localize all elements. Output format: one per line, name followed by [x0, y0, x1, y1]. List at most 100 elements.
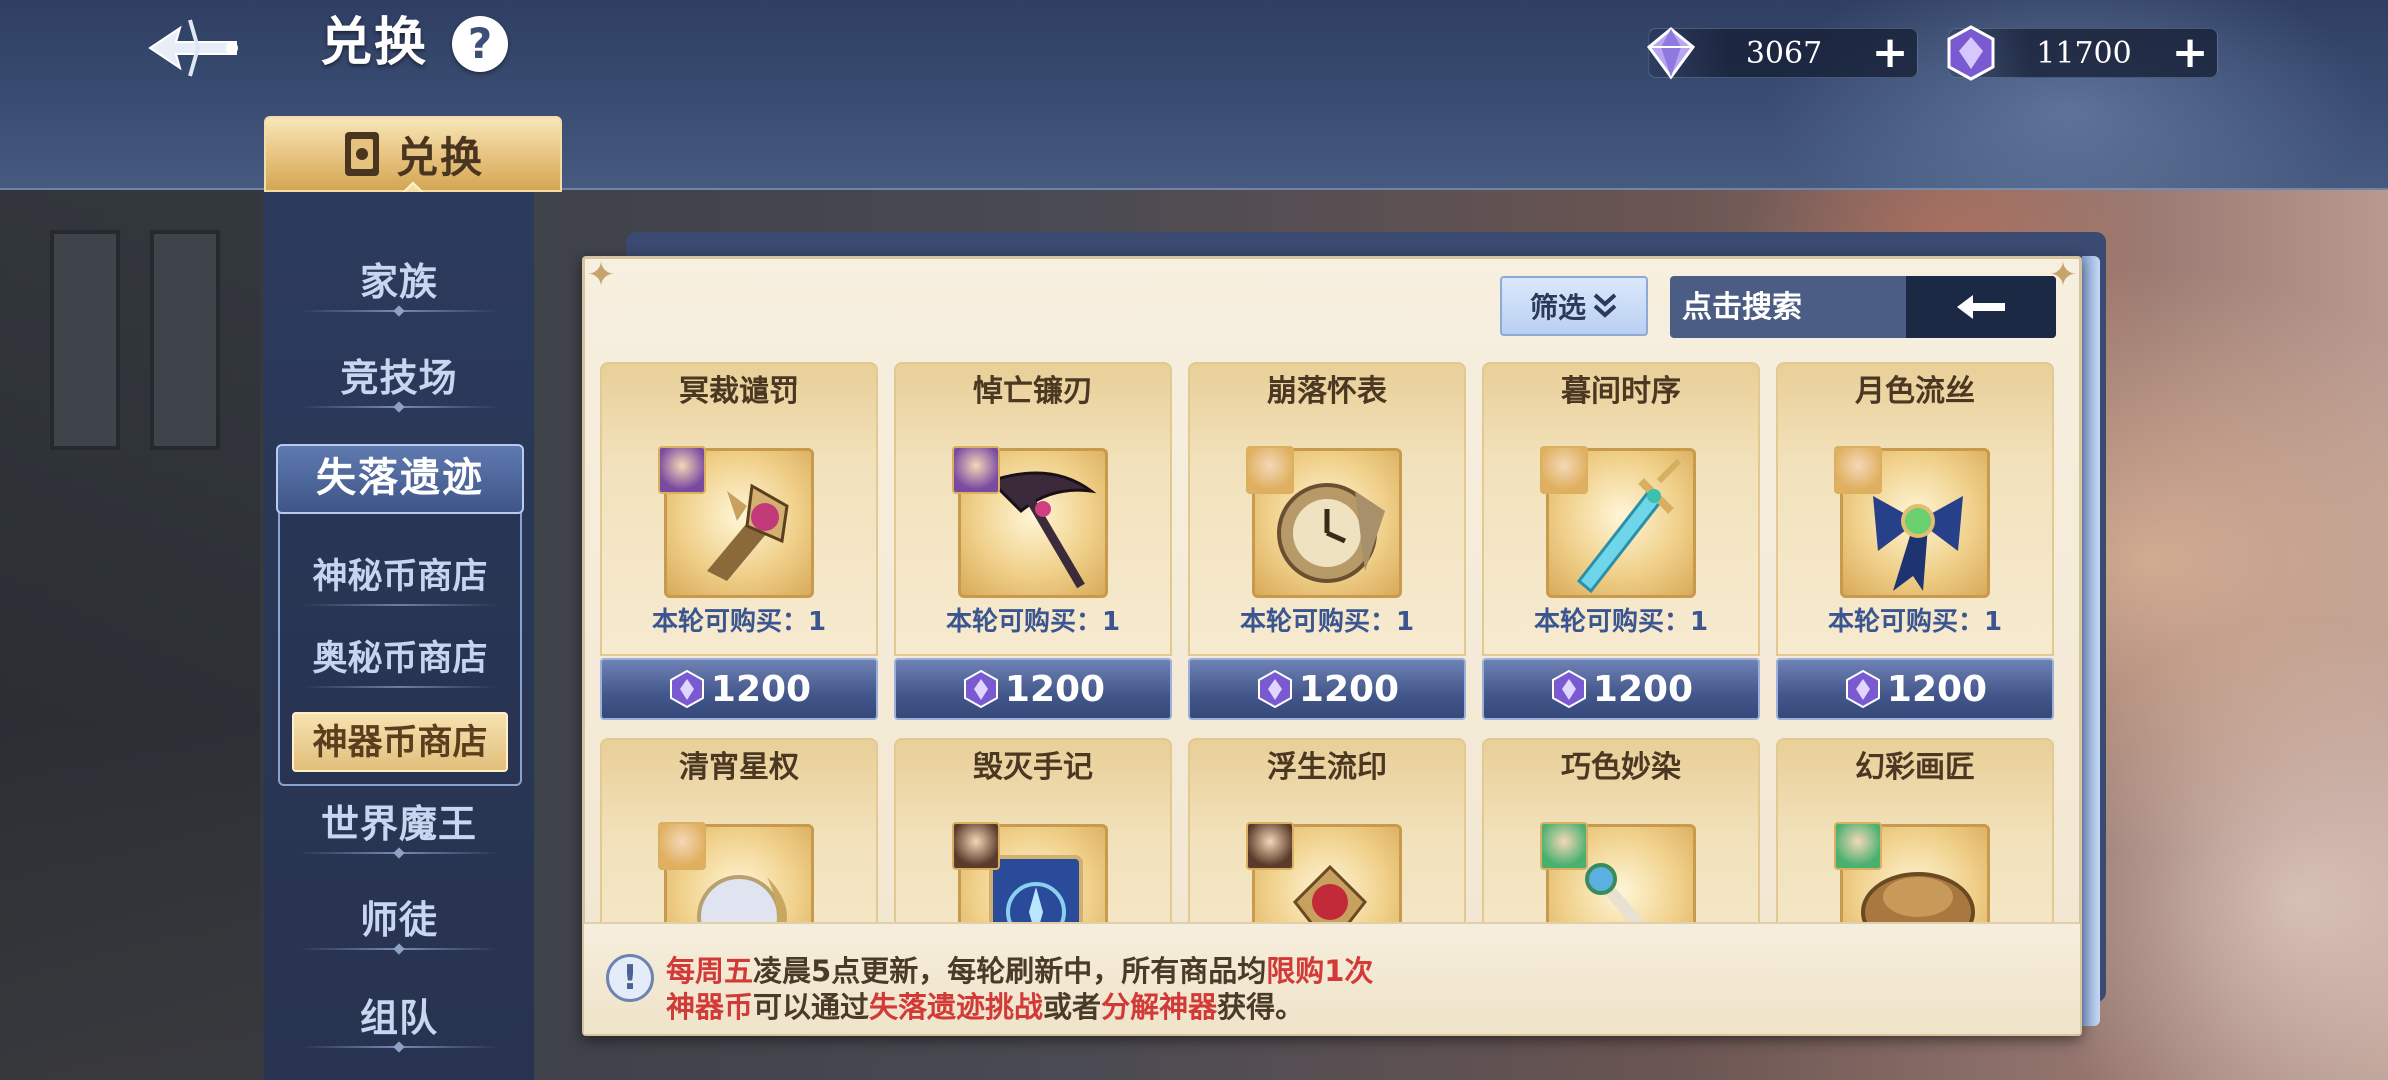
diamond-amount: 3067: [1745, 36, 1823, 71]
add-crystal-button[interactable]: +: [2171, 31, 2209, 75]
divider: [302, 686, 498, 688]
hero-portrait-icon: [1540, 446, 1588, 494]
notice-line-2: 神器币可以通过失落遗迹挑战或者分解神器获得。: [666, 990, 1305, 1024]
price-value: 1200: [1004, 668, 1106, 710]
shop-item-card[interactable]: 冥裁谴罚本轮可购买：1 1200: [600, 362, 878, 722]
filter-button[interactable]: 筛选: [1500, 276, 1648, 336]
diamond-icon: [1646, 27, 1696, 80]
purchase-limit: 本轮可购买：1: [651, 607, 827, 637]
price-value: 1200: [1298, 668, 1400, 710]
help-button[interactable]: ?: [452, 16, 508, 72]
shop-item-card[interactable]: 清宵星权: [600, 738, 878, 922]
item-name: 幻彩画匠: [1855, 750, 1975, 785]
sidebar-subitem-mystery-coin-shop[interactable]: 神秘币商店: [292, 548, 508, 608]
sidebar-item-label: 组队: [359, 996, 438, 1040]
exchange-card-icon: [344, 132, 379, 176]
crystal-coin-icon: [669, 669, 704, 709]
buy-button[interactable]: 1200: [1482, 658, 1760, 720]
panel-edge: [2082, 256, 2100, 1026]
hero-portrait-icon: [658, 446, 706, 494]
item-grid: 冥裁谴罚 本轮可购买：1 1200 悼亡镰刃 本轮可购买：1 1200 崩落怀表 本轮可购买：…: [600, 362, 2060, 922]
divider: [299, 1046, 499, 1048]
shop-item-card[interactable]: 毁灭手记: [894, 738, 1172, 922]
sidebar-subitem-label: 奥秘币商店: [312, 639, 488, 679]
background-room: [0, 190, 260, 1080]
purchase-limit: 本轮可购买：1: [1533, 607, 1709, 637]
tab-exchange-label: 兑换: [395, 132, 484, 182]
hero-portrait-icon: [1834, 822, 1882, 870]
item-name: 清宵星权: [679, 750, 799, 785]
shop-item-card[interactable]: 崩落怀表本轮可购买：1 1200: [1188, 362, 1466, 722]
buy-button[interactable]: 1200: [1188, 658, 1466, 720]
corner-ornament-icon: ✦: [586, 255, 616, 295]
hero-portrait-icon: [1540, 822, 1588, 870]
shop-item-card[interactable]: 巧色妙染: [1482, 738, 1760, 922]
sidebar-item-mentorship[interactable]: 师徒: [264, 888, 534, 958]
info-icon: !: [606, 954, 654, 1002]
item-name: 崩落怀表: [1267, 374, 1387, 409]
crystal-coin-icon: [963, 669, 998, 709]
sidebar-item-family[interactable]: 家族: [264, 250, 534, 320]
purchase-limit: 本轮可购买：1: [1827, 607, 2003, 637]
crystal-coin-icon: [1947, 25, 1995, 81]
item-name: 月色流丝: [1855, 374, 1975, 409]
shop-item-card[interactable]: 暮间时序本轮可购买：1 1200: [1482, 362, 1760, 722]
background-window: [150, 230, 220, 450]
sidebar-subitem-arcane-coin-shop[interactable]: 奥秘币商店: [292, 630, 508, 690]
item-name: 暮间时序: [1561, 374, 1681, 409]
sidebar-item-team[interactable]: 组队: [264, 986, 534, 1056]
item-name: 浮生流印: [1267, 750, 1387, 785]
hero-portrait-icon: [1246, 446, 1294, 494]
sidebar-item-world-boss[interactable]: 世界魔王: [264, 792, 534, 862]
sidebar-item-label: 师徒: [359, 898, 438, 942]
diamond-currency: 3067 +: [1646, 27, 1918, 80]
shop-item-card[interactable]: 月色流丝本轮可购买：1 1200: [1776, 362, 2054, 722]
background-window: [50, 230, 120, 450]
sidebar-item-lost-relics[interactable]: 失落遗迹: [276, 444, 524, 514]
shop-item-card[interactable]: 悼亡镰刃本轮可购买：1 1200: [894, 362, 1172, 722]
item-name: 毁灭手记: [973, 750, 1093, 785]
item-name: 冥裁谴罚: [679, 374, 799, 409]
sidebar-item-label: 竞技场: [340, 356, 458, 400]
price-value: 1200: [1886, 668, 1988, 710]
buy-button[interactable]: 1200: [894, 658, 1172, 720]
sidebar-subitem-label: 神秘币商店: [312, 557, 488, 597]
shop-item-card[interactable]: 浮生流印: [1188, 738, 1466, 922]
page-title: 兑换: [320, 13, 429, 73]
back-button[interactable]: [140, 8, 250, 88]
left-arrow-icon: [1957, 295, 2005, 319]
item-name: 巧色妙染: [1561, 750, 1681, 785]
add-diamond-button[interactable]: +: [1871, 31, 1909, 75]
hero-portrait-icon: [658, 822, 706, 870]
crystal-currency: 11700 +: [1947, 25, 2218, 81]
double-chevron-down-icon: [1593, 293, 1617, 318]
sidebar-subitem-artifact-coin-shop[interactable]: 神器币商店: [292, 712, 508, 772]
crystal-coin-icon: [1257, 669, 1292, 709]
back-arrow-icon: [148, 19, 238, 77]
crystal-amount: 11700: [2036, 36, 2132, 71]
filter-label: 筛选: [1529, 291, 1586, 324]
search-submit-button[interactable]: [1906, 276, 2056, 338]
notice-bar: ! 每周五凌晨5点更新，每轮刷新中，所有商品均限购1次 神器币可以通过失落遗迹挑…: [584, 922, 2080, 1034]
divider: [299, 406, 499, 408]
sidebar-item-arena[interactable]: 竞技场: [264, 346, 534, 416]
hero-portrait-icon: [952, 822, 1000, 870]
divider: [302, 604, 498, 606]
divider: [299, 948, 499, 950]
crystal-coin-icon: [1845, 669, 1880, 709]
purchase-limit: 本轮可购买：1: [945, 607, 1121, 637]
search-box: [1670, 276, 2056, 338]
shop-item-card[interactable]: 幻彩画匠: [1776, 738, 2054, 922]
sidebar-item-label: 家族: [359, 260, 438, 304]
item-name: 悼亡镰刃: [973, 374, 1093, 409]
buy-button[interactable]: 1200: [600, 658, 878, 720]
divider: [299, 852, 499, 854]
price-value: 1200: [1592, 668, 1694, 710]
divider: [299, 310, 499, 312]
crystal-coin-icon: [1551, 669, 1586, 709]
hero-portrait-icon: [952, 446, 1000, 494]
hero-portrait-icon: [1246, 822, 1294, 870]
search-input[interactable]: [1670, 276, 1906, 338]
purchase-limit: 本轮可购买：1: [1239, 607, 1415, 637]
buy-button[interactable]: 1200: [1776, 658, 2054, 720]
